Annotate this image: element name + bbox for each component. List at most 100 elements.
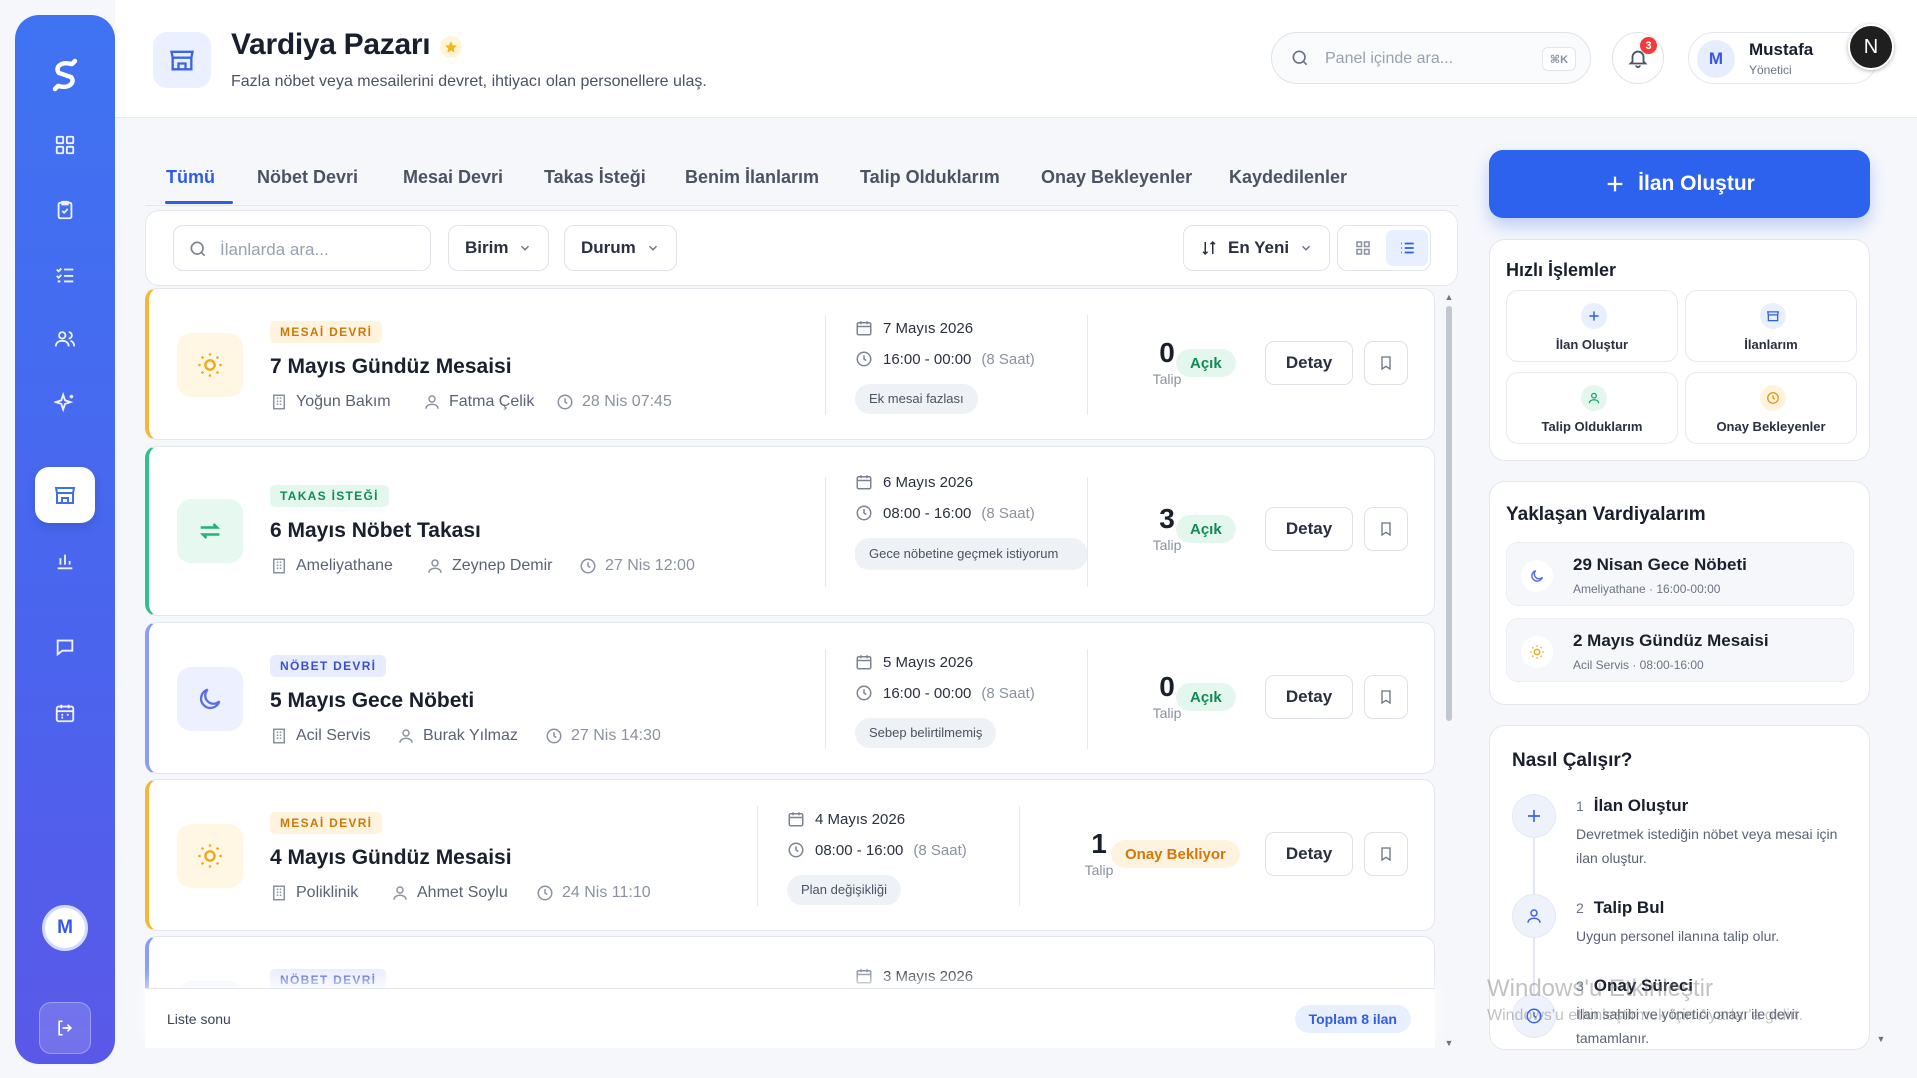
listing-posted-time: 28 Nis 07:45 [556,393,672,411]
bookmark-button[interactable] [1364,832,1408,876]
clock-icon [545,727,563,745]
detail-button[interactable]: Detay [1265,675,1353,719]
list-view-button[interactable] [1386,230,1428,266]
quick-action-pending[interactable]: Onay Bekleyenler [1685,372,1857,444]
grid-view-button[interactable] [1342,230,1384,266]
clock-icon [855,684,873,702]
upcoming-shift-item[interactable]: 2 Mayıs Gündüz Mesaisi Acil Servis · 08:… [1506,618,1854,682]
sort-icon [1200,239,1218,257]
calendar-icon [855,473,873,491]
status-badge: Açık [1176,683,1236,711]
bookmark-icon [1378,521,1394,537]
create-listing-button[interactable]: İlan Oluştur [1489,150,1870,218]
quick-action-create[interactable]: İlan Oluştur [1506,290,1678,362]
listing-title: 4 Mayıs Gündüz Mesaisi [270,846,512,869]
bookmark-button[interactable] [1364,341,1408,385]
unit-dropdown[interactable]: Birim [448,225,550,271]
listing-card[interactable]: NÖBET DEVRİ 5 Mayıs Gece Nöbeti Acil Ser… [145,622,1435,774]
tab-saved[interactable]: Kaydedilenler [1229,167,1347,188]
sort-dropdown[interactable]: En Yeni [1183,225,1331,271]
tab-pending-approval[interactable]: Onay Bekleyenler [1041,167,1192,188]
notifications-button[interactable]: 3 [1612,32,1664,84]
listing-date: 7 Mayıs 2026 [855,319,973,337]
clock-icon [855,504,873,522]
clock-icon [536,884,554,902]
status-dropdown[interactable]: Durum [564,225,677,271]
listing-type-badge: MESAİ DEVRİ [270,321,383,343]
listing-posted-time: 27 Nis 12:00 [579,557,695,575]
listing-search-input[interactable]: İlanlarda ara... [173,225,431,271]
sidebar-item-ai[interactable] [35,375,95,431]
sidebar-item-calendar[interactable] [35,685,95,741]
bookmark-icon [1378,689,1394,705]
listing-time: 16:00 - 00:00 (8 Saat) [855,350,1035,368]
scroll-up-icon[interactable]: ▲ [1444,292,1454,302]
bookmark-button[interactable] [1364,507,1408,551]
detail-button[interactable]: Detay [1265,832,1353,876]
sidebar-item-tasks[interactable] [35,182,95,238]
profile-corner-button[interactable]: N [1848,24,1894,70]
tab-my-listings[interactable]: Benim İlanlarım [685,167,819,188]
listing-date: 6 Mayıs 2026 [855,473,973,491]
sidebar-item-dashboard[interactable] [35,117,95,173]
star-icon[interactable] [440,36,462,58]
tab-all[interactable]: Tümü [166,167,215,188]
scroll-thumb[interactable] [1446,306,1452,721]
top-header: Vardiya Pazarı Fazla nöbet veya mesailer… [115,0,1917,118]
card-divider [825,649,826,749]
sidebar-item-users[interactable] [35,311,95,367]
clock-icon [579,557,597,575]
sidebar-item-shift-market[interactable] [35,467,95,523]
status-badge: Açık [1176,349,1236,377]
sidebar-item-messages[interactable] [35,619,95,675]
bookmark-button[interactable] [1364,675,1408,719]
listing-date: 3 Mayıs 2026 [855,967,973,985]
listing-type-badge: NÖBET DEVRİ [270,655,387,677]
quick-action-my-listings[interactable]: İlanlarım [1685,290,1857,362]
listing-type-badge: MESAİ DEVRİ [270,812,383,834]
scroll-down-icon[interactable]: ▼ [1444,1038,1454,1048]
clock-icon [855,350,873,368]
dashboard-icon [54,134,76,156]
listing-card[interactable]: MESAİ DEVRİ 4 Mayıs Gündüz Mesaisi Polik… [145,779,1435,931]
sun-icon [177,824,243,888]
user-role: Yönetici [1749,63,1792,77]
tab-shift-transfer[interactable]: Nöbet Devri [257,167,358,188]
sidebar-item-reports[interactable] [35,533,95,589]
tab-swap-request[interactable]: Takas İsteği [544,167,646,188]
listing-card[interactable]: MESAİ DEVRİ 7 Mayıs Gündüz Mesaisi Yoğun… [145,288,1435,440]
listing-type-badge: TAKAS İSTEĞİ [270,485,389,507]
user-icon [426,557,444,575]
logout-button[interactable] [39,1002,91,1054]
user-name: Mustafa [1749,40,1814,59]
detail-button[interactable]: Detay [1265,341,1353,385]
upcoming-shift-item[interactable]: 29 Nisan Gece Nöbeti Ameliyathane · 16:0… [1506,542,1854,606]
windows-activation-watermark: Windows'u Etkinleştir [1487,975,1713,1002]
building-icon [270,727,288,745]
listing-card[interactable]: TAKAS İSTEĞİ 6 Mayıs Nöbet Takası Ameliy… [145,446,1435,616]
listing-posted-time: 24 Nis 11:10 [536,884,651,902]
panel-scroll-down-icon[interactable]: ▼ [1876,1034,1886,1044]
step-description: Uygun personel ilanına talip olur. [1576,928,1780,944]
app-logo-icon[interactable] [45,55,85,95]
listing-scrollbar[interactable]: ▲ ▼ [1444,292,1454,1050]
page-subtitle: Fazla nöbet veya mesailerini devret, iht… [231,73,707,90]
sidebar-avatar[interactable]: M [42,905,88,951]
quick-actions-panel: Hızlı İşlemler İlan Oluştur İlanlarım Ta… [1489,239,1870,461]
sidebar-item-checklist[interactable] [35,247,95,303]
sort-dropdown-label: En Yeni [1228,238,1290,257]
panel-search-input[interactable]: Panel içinde ara... ⌘K [1271,32,1591,84]
detail-button[interactable]: Detay [1265,507,1353,551]
windows-activation-hint: Windows'u etkinleştirmek için Ayarlar'a … [1487,1007,1804,1024]
card-divider [1019,806,1020,906]
store-icon [153,32,211,88]
tab-applied[interactable]: Talip Olduklarım [860,167,1000,188]
message-icon [54,636,76,658]
tab-overtime-transfer[interactable]: Mesai Devri [403,167,503,188]
quick-action-applied[interactable]: Talip Olduklarım [1506,372,1678,444]
view-toggle [1337,225,1431,271]
listing-time: 16:00 - 00:00 (8 Saat) [855,684,1035,702]
upcoming-shifts-panel: Yaklaşan Vardiyalarım 29 Nisan Gece Nöbe… [1489,481,1870,705]
listing-time: 08:00 - 16:00 (8 Saat) [787,841,967,859]
listing-person: Ahmet Soylu [391,884,508,902]
